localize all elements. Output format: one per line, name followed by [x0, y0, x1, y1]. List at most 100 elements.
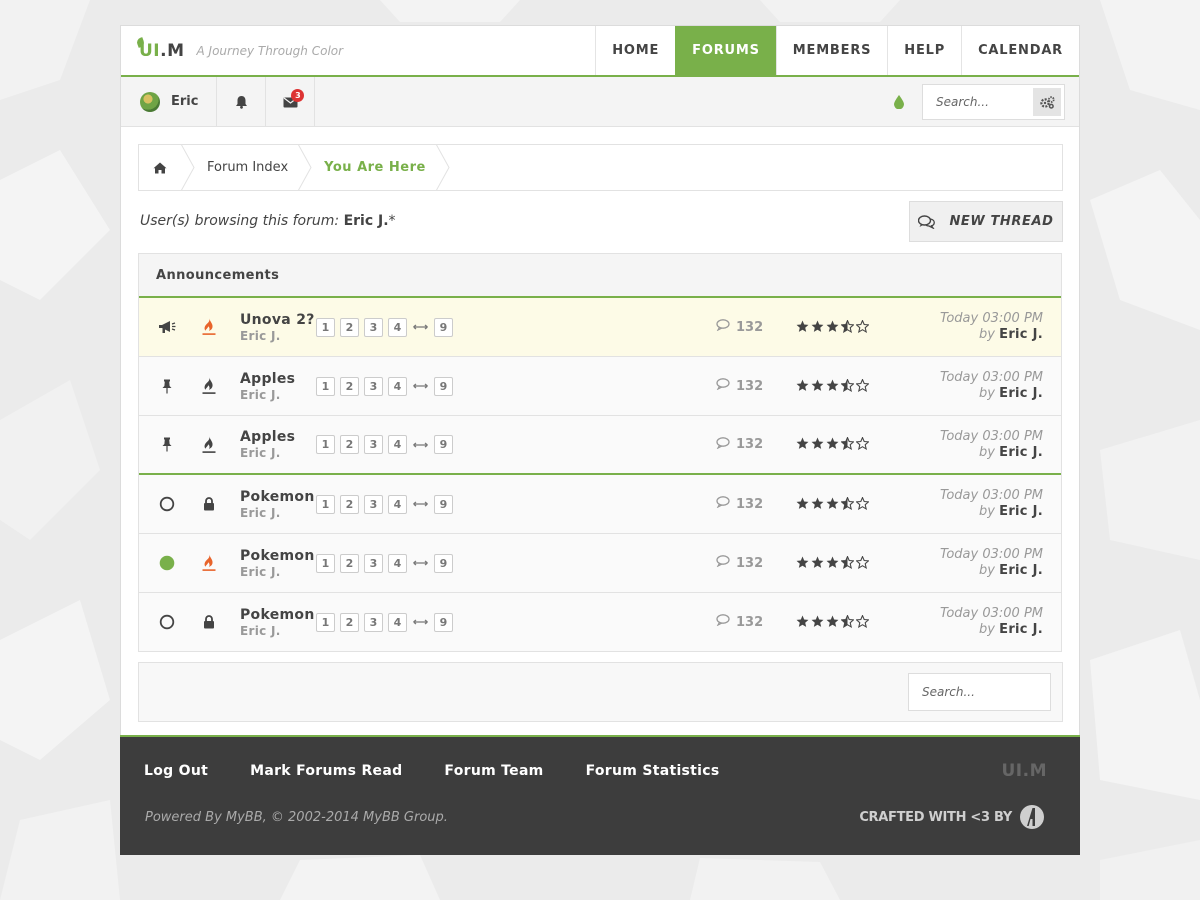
- star-full-icon[interactable]: [811, 377, 824, 396]
- thread-title[interactable]: Apples: [240, 371, 316, 387]
- thread-row[interactable]: Apples Eric J. 1234 9 132 Today 03:00 PM …: [139, 357, 1061, 416]
- thread-author[interactable]: Eric J.: [240, 329, 316, 343]
- page-link[interactable]: 2: [340, 317, 359, 337]
- page-link[interactable]: 3: [364, 317, 383, 337]
- thread-author[interactable]: Eric J.: [240, 624, 316, 638]
- star-full-icon[interactable]: [796, 318, 809, 337]
- last-post-time[interactable]: Today 03:00 PM: [920, 370, 1043, 386]
- footer-forum-statistics[interactable]: Forum Statistics: [586, 763, 720, 779]
- thread-author[interactable]: Eric J.: [240, 565, 316, 579]
- last-post-author[interactable]: Eric J.: [999, 563, 1043, 578]
- star-empty-icon[interactable]: [855, 495, 870, 514]
- star-full-icon[interactable]: [796, 554, 809, 573]
- page-link[interactable]: 3: [364, 612, 383, 632]
- nav-home[interactable]: HOME: [595, 26, 675, 75]
- star-half-icon[interactable]: [840, 554, 855, 573]
- page-link[interactable]: 2: [340, 612, 359, 632]
- thread-author[interactable]: Eric J.: [240, 506, 316, 520]
- page-link[interactable]: 4: [388, 494, 407, 514]
- nav-members[interactable]: MEMBERS: [775, 26, 888, 75]
- last-post-time[interactable]: Today 03:00 PM: [920, 606, 1043, 622]
- thread-title[interactable]: Unova 2?: [240, 312, 316, 328]
- star-half-icon[interactable]: [840, 495, 855, 514]
- star-half-icon[interactable]: [840, 613, 855, 632]
- thread-author[interactable]: Eric J.: [240, 388, 316, 402]
- page-link[interactable]: 1: [316, 435, 335, 454]
- page-link[interactable]: 3: [364, 376, 383, 396]
- thread-rating[interactable]: [796, 495, 920, 514]
- thread-title[interactable]: Pokemon: [240, 607, 316, 623]
- page-link[interactable]: 9: [434, 553, 453, 573]
- star-full-icon[interactable]: [826, 613, 839, 632]
- page-link[interactable]: 4: [388, 553, 407, 573]
- breadcrumb-home[interactable]: [139, 145, 181, 190]
- thread-rating[interactable]: [796, 377, 920, 396]
- last-post-author[interactable]: Eric J.: [999, 504, 1043, 519]
- page-link[interactable]: 1: [316, 494, 335, 514]
- star-full-icon[interactable]: [811, 495, 824, 514]
- footer-forum-team[interactable]: Forum Team: [444, 763, 543, 779]
- thread-title[interactable]: Apples: [240, 429, 316, 445]
- page-link[interactable]: 4: [388, 376, 407, 396]
- star-full-icon[interactable]: [826, 495, 839, 514]
- footer-log-out[interactable]: Log Out: [144, 763, 208, 779]
- crafted-by[interactable]: CRAFTED WITH <3 BY: [859, 803, 1046, 831]
- page-link[interactable]: 3: [364, 494, 383, 514]
- last-post-time[interactable]: Today 03:00 PM: [920, 488, 1043, 504]
- page-link[interactable]: 2: [340, 376, 359, 396]
- page-link[interactable]: 3: [364, 553, 383, 573]
- nav-forums[interactable]: FORUMS: [675, 26, 776, 75]
- page-link[interactable]: 4: [388, 435, 407, 454]
- last-post-time[interactable]: Today 03:00 PM: [920, 547, 1043, 563]
- page-link[interactable]: 2: [340, 435, 359, 454]
- last-post-time[interactable]: Today 03:00 PM: [920, 429, 1043, 445]
- page-link[interactable]: 9: [434, 317, 453, 337]
- thread-rating[interactable]: [796, 613, 920, 632]
- logo[interactable]: UI.M A Journey Through Color: [121, 26, 595, 75]
- thread-rating[interactable]: [796, 554, 920, 573]
- star-half-icon[interactable]: [840, 435, 855, 454]
- star-empty-icon[interactable]: [855, 435, 870, 454]
- star-full-icon[interactable]: [811, 435, 824, 454]
- last-post-author[interactable]: Eric J.: [999, 386, 1043, 401]
- header-search-input[interactable]: Search...: [922, 84, 1065, 120]
- star-empty-icon[interactable]: [855, 377, 870, 396]
- thread-rating[interactable]: [796, 318, 920, 337]
- bottom-search-input[interactable]: Search...: [908, 673, 1051, 711]
- star-half-icon[interactable]: [840, 318, 855, 337]
- page-link[interactable]: 9: [434, 494, 453, 514]
- search-settings-button[interactable]: [1033, 88, 1061, 116]
- star-full-icon[interactable]: [826, 435, 839, 454]
- nav-help[interactable]: HELP: [887, 26, 961, 75]
- star-empty-icon[interactable]: [855, 554, 870, 573]
- page-link[interactable]: 2: [340, 553, 359, 573]
- star-empty-icon[interactable]: [855, 613, 870, 632]
- new-thread-button[interactable]: NEW THREAD: [909, 201, 1063, 242]
- page-link[interactable]: 3: [364, 435, 383, 454]
- star-full-icon[interactable]: [826, 377, 839, 396]
- browsing-user[interactable]: Eric J.: [344, 213, 389, 229]
- thread-title[interactable]: Pokemon: [240, 489, 316, 505]
- breadcrumb-forum-index[interactable]: Forum Index: [195, 145, 298, 190]
- star-empty-icon[interactable]: [855, 318, 870, 337]
- page-link[interactable]: 1: [316, 317, 335, 337]
- notifications-button[interactable]: [217, 77, 267, 126]
- star-half-icon[interactable]: [840, 377, 855, 396]
- star-full-icon[interactable]: [796, 377, 809, 396]
- thread-author[interactable]: Eric J.: [240, 446, 316, 460]
- theme-color-button[interactable]: [894, 77, 904, 126]
- thread-row[interactable]: Pokemon Eric J. 1234 9 132 Today 03:00 PM…: [139, 475, 1061, 534]
- nav-calendar[interactable]: CALENDAR: [961, 26, 1079, 75]
- thread-row[interactable]: Pokemon Eric J. 1234 9 132 Today 03:00 PM…: [139, 593, 1061, 652]
- thread-row[interactable]: Unova 2? Eric J. 1234 9 132 Today 03:00 P…: [139, 298, 1061, 357]
- star-full-icon[interactable]: [826, 554, 839, 573]
- star-full-icon[interactable]: [811, 318, 824, 337]
- star-full-icon[interactable]: [796, 613, 809, 632]
- star-full-icon[interactable]: [796, 495, 809, 514]
- star-full-icon[interactable]: [811, 554, 824, 573]
- thread-rating[interactable]: [796, 435, 920, 454]
- last-post-author[interactable]: Eric J.: [999, 445, 1043, 460]
- page-link[interactable]: 9: [434, 376, 453, 396]
- page-link[interactable]: 1: [316, 612, 335, 632]
- page-link[interactable]: 9: [434, 612, 453, 632]
